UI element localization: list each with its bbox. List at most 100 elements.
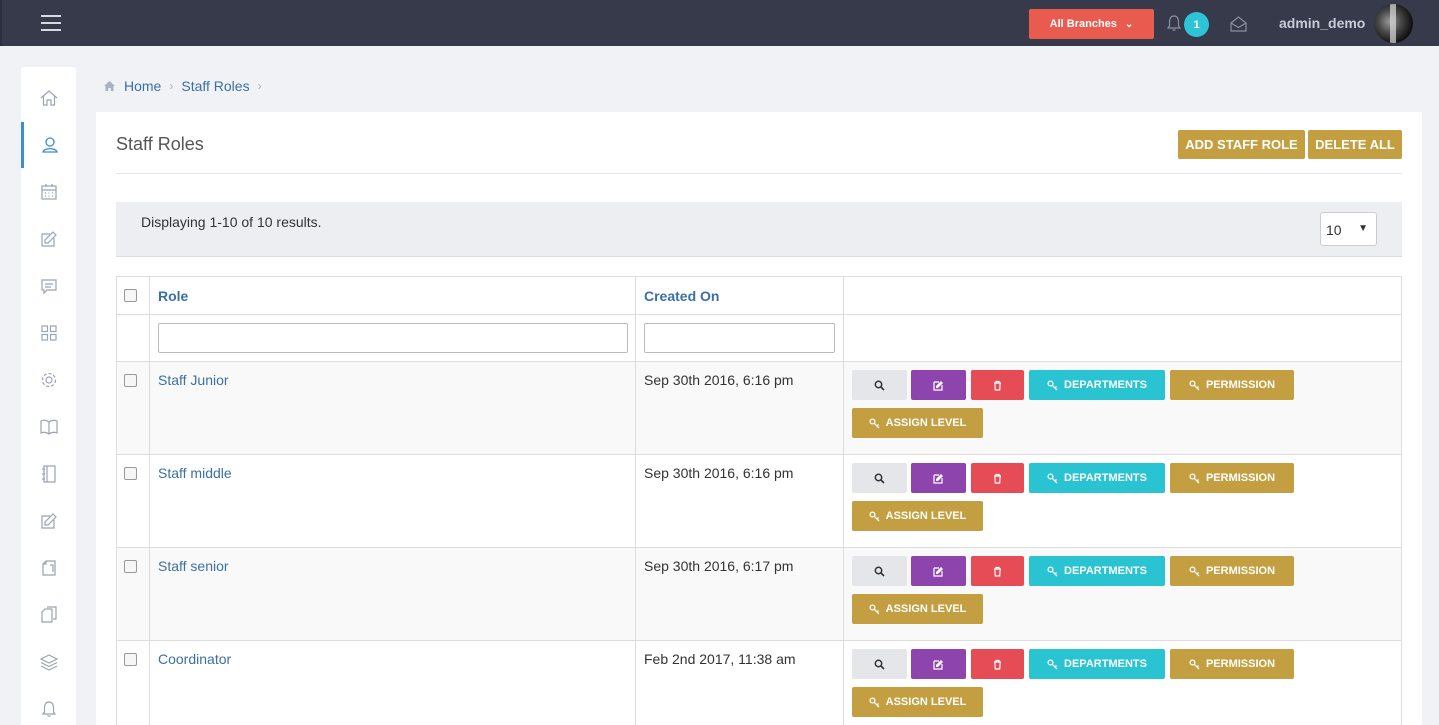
edit-note-icon (40, 513, 57, 529)
breadcrumb-current-link[interactable]: Staff Roles (181, 78, 249, 94)
role-name-link[interactable]: Staff middle (158, 465, 232, 481)
page-size-value: 10 (1326, 222, 1342, 238)
chevron-right-icon: › (169, 79, 174, 93)
view-button[interactable] (852, 370, 907, 400)
role-filter-input[interactable] (158, 323, 628, 353)
created-on-column-header[interactable]: Created On (644, 288, 719, 304)
sidebar-item-home[interactable] (21, 75, 76, 121)
assign-level-button[interactable]: ASSIGN LEVEL (852, 408, 983, 438)
assign-level-button[interactable]: ASSIGN LEVEL (852, 687, 983, 717)
departments-button[interactable]: DEPARTMENTS (1029, 463, 1165, 493)
staff-roles-table: Role Created On Staff Junior Sep 30th 20… (116, 276, 1402, 725)
key-icon (1047, 472, 1058, 483)
table-filter-row (117, 315, 1401, 362)
assign-level-label: ASSIGN LEVEL (885, 696, 967, 708)
delete-all-button[interactable]: DELETE ALL (1308, 130, 1402, 159)
created-on-value: Sep 30th 2016, 6:16 pm (644, 465, 794, 481)
delete-button[interactable] (971, 649, 1024, 679)
hamburger-menu-icon[interactable] (41, 15, 61, 31)
view-button[interactable] (852, 463, 907, 493)
departments-button[interactable]: DEPARTMENTS (1029, 556, 1165, 586)
results-summary-bar: Displaying 1-10 of 10 results. 10 ▼ (116, 202, 1402, 257)
edit-button[interactable] (911, 370, 966, 400)
departments-button[interactable]: DEPARTMENTS (1029, 370, 1165, 400)
departments-button[interactable]: DEPARTMENTS (1029, 649, 1165, 679)
layers-icon (39, 654, 58, 671)
add-staff-role-button[interactable]: ADD STAFF ROLE (1178, 130, 1305, 159)
sidebar-item-staff[interactable] (21, 122, 76, 168)
table-header-row: Role Created On (117, 277, 1401, 315)
search-icon (874, 566, 885, 577)
sidebar-item-edit-note[interactable] (21, 498, 76, 544)
edit-icon (933, 566, 943, 577)
view-button[interactable] (852, 649, 907, 679)
delete-button[interactable] (971, 370, 1024, 400)
row-checkbox[interactable] (124, 374, 137, 387)
branch-selector-button[interactable]: All Branches ⌄ (1029, 9, 1154, 39)
trash-icon (994, 659, 1001, 670)
sidebar-item-documents[interactable] (21, 592, 76, 638)
key-icon (1189, 658, 1200, 669)
created-on-filter-input[interactable] (644, 323, 835, 353)
row-checkbox[interactable] (124, 653, 137, 666)
assign-level-button[interactable]: ASSIGN LEVEL (852, 594, 983, 624)
grid-icon (40, 325, 57, 341)
documents-icon (40, 606, 57, 623)
document-icon (41, 560, 56, 576)
assign-level-label: ASSIGN LEVEL (885, 510, 967, 522)
sidebar-item-alerts[interactable] (21, 686, 76, 725)
edit-button[interactable] (911, 463, 966, 493)
breadcrumb-home-link[interactable]: Home (124, 78, 161, 94)
book-icon (39, 419, 58, 435)
edit-button[interactable] (911, 556, 966, 586)
assign-level-button[interactable]: ASSIGN LEVEL (852, 501, 983, 531)
sidebar-item-settings[interactable] (21, 357, 76, 403)
edit-button[interactable] (911, 649, 966, 679)
view-button[interactable] (852, 556, 907, 586)
chat-icon (40, 279, 57, 295)
search-icon (874, 473, 885, 484)
top-bar: All Branches ⌄ 1 admin_demo (0, 0, 1439, 46)
sidebar-item-grid[interactable] (21, 310, 76, 356)
sidebar-item-layers[interactable] (21, 639, 76, 685)
role-column-header[interactable]: Role (158, 288, 188, 304)
delete-button[interactable] (971, 463, 1024, 493)
trash-icon (994, 473, 1001, 484)
chevron-right-icon: › (257, 79, 262, 93)
key-icon (869, 417, 880, 428)
role-name-link[interactable]: Staff Junior (158, 372, 229, 388)
sidebar-item-chat[interactable] (21, 263, 76, 309)
breadcrumb: Home › Staff Roles › (103, 78, 262, 94)
edit-icon (933, 659, 943, 670)
staff-icon (42, 137, 58, 153)
permission-label: PERMISSION (1205, 565, 1276, 577)
user-avatar[interactable] (1374, 4, 1413, 43)
bell-icon[interactable] (1165, 14, 1183, 32)
sidebar-item-document[interactable] (21, 545, 76, 591)
notebook-icon (41, 465, 56, 483)
notification-count-badge[interactable]: 1 (1184, 12, 1209, 37)
page-size-select[interactable]: 10 ▼ (1320, 212, 1377, 246)
sidebar-item-book[interactable] (21, 404, 76, 450)
table-row: Coordinator Feb 2nd 2017, 11:38 am DEPAR… (117, 641, 1401, 725)
row-checkbox[interactable] (124, 467, 137, 480)
role-name-link[interactable]: Staff senior (158, 558, 229, 574)
assign-level-label: ASSIGN LEVEL (885, 603, 967, 615)
permission-button[interactable]: PERMISSION (1170, 370, 1294, 400)
sidebar (21, 67, 76, 725)
row-checkbox[interactable] (124, 560, 137, 573)
delete-button[interactable] (971, 556, 1024, 586)
sidebar-item-edit[interactable] (21, 216, 76, 262)
sidebar-item-notebook[interactable] (21, 451, 76, 497)
results-summary-text: Displaying 1-10 of 10 results. (141, 214, 322, 230)
sidebar-item-calendar[interactable] (21, 169, 76, 215)
username-label[interactable]: admin_demo (1279, 15, 1365, 31)
permission-label: PERMISSION (1205, 658, 1276, 670)
branch-selector-label: All Branches (1049, 18, 1117, 30)
permission-button[interactable]: PERMISSION (1170, 649, 1294, 679)
role-name-link[interactable]: Coordinator (158, 651, 231, 667)
select-all-checkbox[interactable] (124, 289, 137, 302)
permission-button[interactable]: PERMISSION (1170, 463, 1294, 493)
mail-icon[interactable] (1229, 15, 1248, 33)
permission-button[interactable]: PERMISSION (1170, 556, 1294, 586)
